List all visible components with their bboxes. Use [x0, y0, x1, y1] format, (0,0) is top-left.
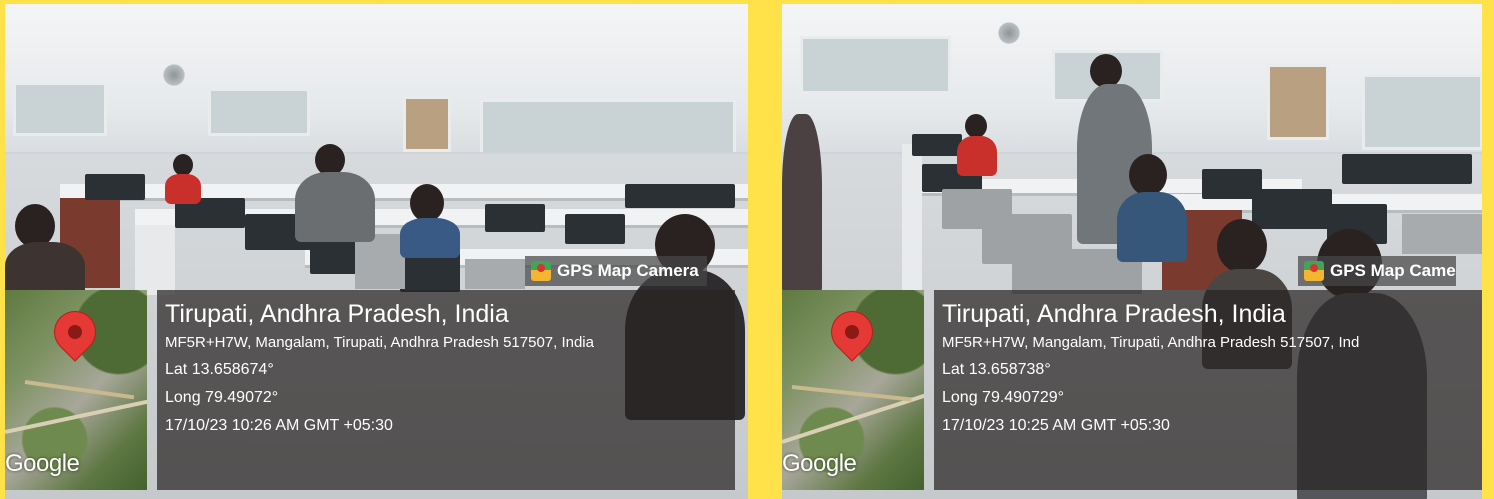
timestamp-text: 17/10/23 10:26 AM GMT +05:30	[165, 417, 393, 434]
gps-map-camera-text: GPS Map Camera	[557, 261, 699, 280]
geotagged-photo-right: GPS Map Came Google Tirupati, Andhra Pra…	[782, 4, 1482, 499]
map-thumbnail: Google	[5, 290, 147, 490]
map-thumbnail: Google	[782, 290, 924, 490]
gps-map-camera-icon	[1304, 261, 1324, 281]
map-pin-icon	[46, 303, 104, 361]
latitude-text: Lat 13.658674°	[165, 361, 274, 378]
location-address: MF5R+H7W, Mangalam, Tirupati, Andhra Pra…	[165, 334, 594, 351]
location-info-panel: Tirupati, Andhra Pradesh, India MF5R+H7W…	[157, 290, 735, 490]
timestamp-text: 17/10/23 10:25 AM GMT +05:30	[942, 417, 1170, 434]
gps-map-camera-label: GPS Map Camera	[525, 256, 707, 286]
location-info-panel: Tirupati, Andhra Pradesh, India MF5R+H7W…	[934, 290, 1482, 490]
google-logo: Google	[782, 450, 857, 477]
location-title: Tirupati, Andhra Pradesh, India	[942, 300, 1286, 328]
longitude-text: Long 79.490729°	[942, 389, 1065, 406]
google-logo: Google	[5, 450, 80, 477]
geotagged-photo-left: GPS Map Camera Google Tirupati, Andhra P…	[5, 4, 748, 499]
latitude-text: Lat 13.658738°	[942, 361, 1051, 378]
gps-map-camera-text: GPS Map Came	[1330, 261, 1456, 280]
location-title: Tirupati, Andhra Pradesh, India	[165, 300, 509, 328]
longitude-text: Long 79.49072°	[165, 389, 279, 406]
gps-map-camera-label: GPS Map Came	[1298, 256, 1456, 286]
map-pin-icon	[823, 303, 881, 361]
location-address: MF5R+H7W, Mangalam, Tirupati, Andhra Pra…	[942, 334, 1360, 351]
gps-map-camera-icon	[531, 261, 551, 281]
